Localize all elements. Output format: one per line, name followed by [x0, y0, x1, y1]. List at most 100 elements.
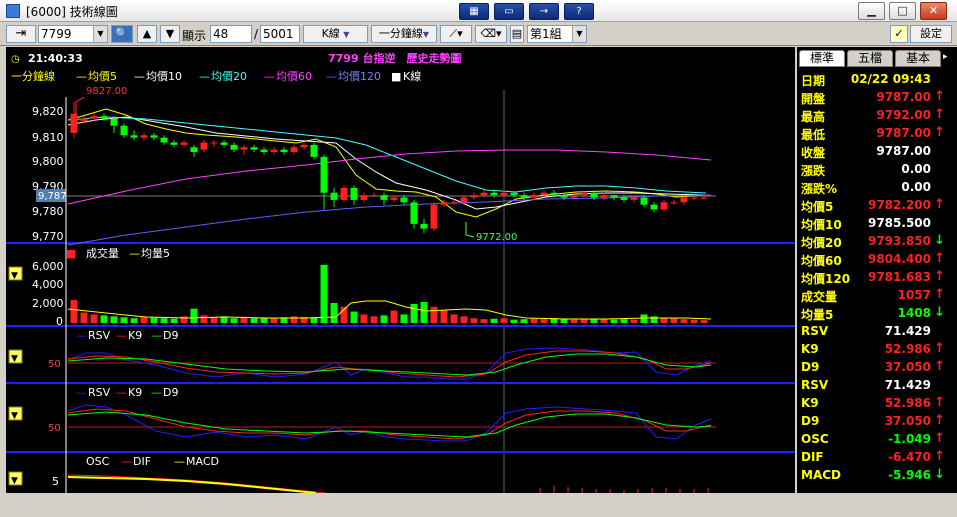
legend-ma10-dash: — [134, 70, 145, 83]
tab-standard[interactable]: 標準 [799, 50, 845, 67]
legend-ma10: 均價10 [146, 69, 182, 83]
arrow-up-icon: ↑ [934, 197, 945, 212]
candle-body [570, 195, 578, 198]
period-button[interactable]: 一分鐘線▼ [371, 25, 437, 43]
chart-type-button[interactable]: K線 ▼ [303, 25, 368, 43]
link-arrow-icon[interactable]: ⇥ [6, 25, 36, 43]
display-count-input[interactable]: 48 [210, 25, 252, 43]
minimize-icon[interactable]: ▁ [858, 2, 885, 20]
osc-legend: OSC [86, 455, 110, 468]
help-icon[interactable]: ? [564, 3, 594, 20]
stock-code-select[interactable]: 7799 ▼ [38, 25, 108, 43]
volume-bar [130, 318, 138, 323]
total-count-input[interactable]: 5001 [260, 25, 300, 43]
volume-bar [660, 318, 668, 323]
price-axis: 9,820 9,810 9,800 9,790 9,780 9,770 [32, 105, 64, 243]
quote-value: 9781.683 [867, 270, 931, 284]
candle-body [460, 197, 468, 203]
volume-bar [460, 316, 468, 323]
layout-icon[interactable]: ▦ [459, 3, 489, 20]
settings-button[interactable]: 設定 [910, 25, 952, 43]
quote-value: 1057 [897, 288, 931, 302]
candle-body [260, 149, 268, 153]
tab-basic[interactable]: 基本 [895, 50, 941, 67]
candle-body [690, 197, 698, 199]
candle-body [140, 135, 148, 138]
candle-body [700, 197, 708, 199]
volume-bar [210, 317, 218, 323]
arrow-up-icon: ↑ [934, 359, 945, 374]
chevron-down-icon: ▼ [422, 30, 430, 39]
k9-legend: K9 [128, 329, 142, 342]
d9-legend: D9 [163, 329, 178, 342]
chevron-down-icon[interactable]: ▼ [572, 26, 586, 42]
screen-icon[interactable]: ▭ [494, 3, 524, 20]
volume-bar [250, 318, 258, 323]
legend-kline-square: ■ [391, 70, 401, 83]
quote-row: 日期 02/22 09:43 [797, 71, 957, 89]
chart-area[interactable]: ◷ 21:40:33 7799 台指逆 歷史走勢圖 一分鐘線 — 均價5 — 均… [6, 47, 795, 493]
candle-body [310, 144, 318, 157]
quote-label: D9 [801, 414, 820, 428]
candle-body [150, 135, 158, 138]
search-icon[interactable]: 🔍 [111, 25, 133, 43]
window-title: [6000] 技術線圖 [26, 5, 118, 19]
quote-row: RSV 71.429 [797, 323, 957, 341]
tab-five-levels[interactable]: 五檔 [847, 50, 893, 67]
chevron-down-icon[interactable]: ▼ [93, 26, 107, 42]
legend-ma120-dash: — [326, 70, 337, 83]
volume-bar [500, 318, 508, 323]
quote-label: 均價120 [801, 272, 851, 286]
quote-value: 9787.00 [876, 90, 931, 104]
candle-body [540, 192, 548, 196]
volume-bar [90, 314, 98, 323]
group-select[interactable]: 第1組 ▼ [527, 25, 587, 43]
chevron-down-icon: ▼ [11, 354, 18, 364]
volume-bar [150, 317, 158, 323]
legend-ma60: 均價60 [276, 69, 312, 83]
volume-ma-dash: — [129, 247, 140, 260]
arrow-up-icon: ↑ [934, 107, 945, 122]
volume-bar [680, 319, 688, 323]
volume-bar [330, 302, 338, 323]
rsv2-legend: RSV [88, 386, 111, 399]
settings-check-icon[interactable]: ✓ [890, 25, 908, 43]
volume-bars [70, 264, 708, 323]
price-tick: 9,770 [32, 230, 64, 243]
chart-canvas[interactable]: ◷ 21:40:33 7799 台指逆 歷史走勢圖 一分鐘線 — 均價5 — 均… [6, 47, 795, 493]
quote-value: 37.050 [884, 360, 931, 374]
volume-bar [120, 317, 128, 323]
volume-bar [380, 315, 388, 323]
volume-bar [370, 316, 378, 323]
quote-value: 9787.00 [876, 144, 931, 158]
volume-bar [290, 316, 298, 323]
candle-body [350, 187, 358, 200]
candle-body [620, 197, 628, 200]
close-icon[interactable]: ✕ [920, 2, 947, 20]
down-arrow-icon[interactable]: ▼ [160, 25, 180, 43]
maximize-icon[interactable]: □ [889, 2, 916, 20]
candle-body [120, 125, 128, 136]
arrow-down-icon: ↓ [934, 305, 945, 320]
arrow-up-icon: ↑ [934, 251, 945, 266]
quote-value: 0.00 [901, 162, 931, 176]
volume-bar [100, 315, 108, 323]
arrow-up-icon: ↑ [934, 269, 945, 284]
up-arrow-icon[interactable]: ▲ [137, 25, 157, 43]
candle-body [300, 144, 308, 148]
stock-code-value: 7799 [41, 27, 72, 41]
volume-tick: 6,000 [32, 260, 64, 273]
grid-icon[interactable]: ▤ [510, 25, 524, 43]
arrow-up-icon: ↑ [934, 431, 945, 446]
title-bar[interactable]: [6000] 技術線圖 ▦ ▭ → ? ▁ □ ✕ [0, 0, 957, 22]
candle-body [640, 197, 648, 205]
eraser-icon[interactable]: ⌫▾ [475, 25, 507, 43]
exit-icon[interactable]: → [529, 3, 559, 20]
quote-row: 均價60 9804.400 ↑ [797, 251, 957, 269]
draw-line-icon[interactable]: ⟋▾ [440, 25, 472, 43]
quote-label: DIF [801, 450, 824, 464]
rsv2-line [67, 404, 712, 442]
chevron-right-icon[interactable]: ▸ [943, 52, 948, 62]
arrow-up-icon: ↑ [934, 413, 945, 428]
quote-label: 均量5 [801, 308, 834, 322]
